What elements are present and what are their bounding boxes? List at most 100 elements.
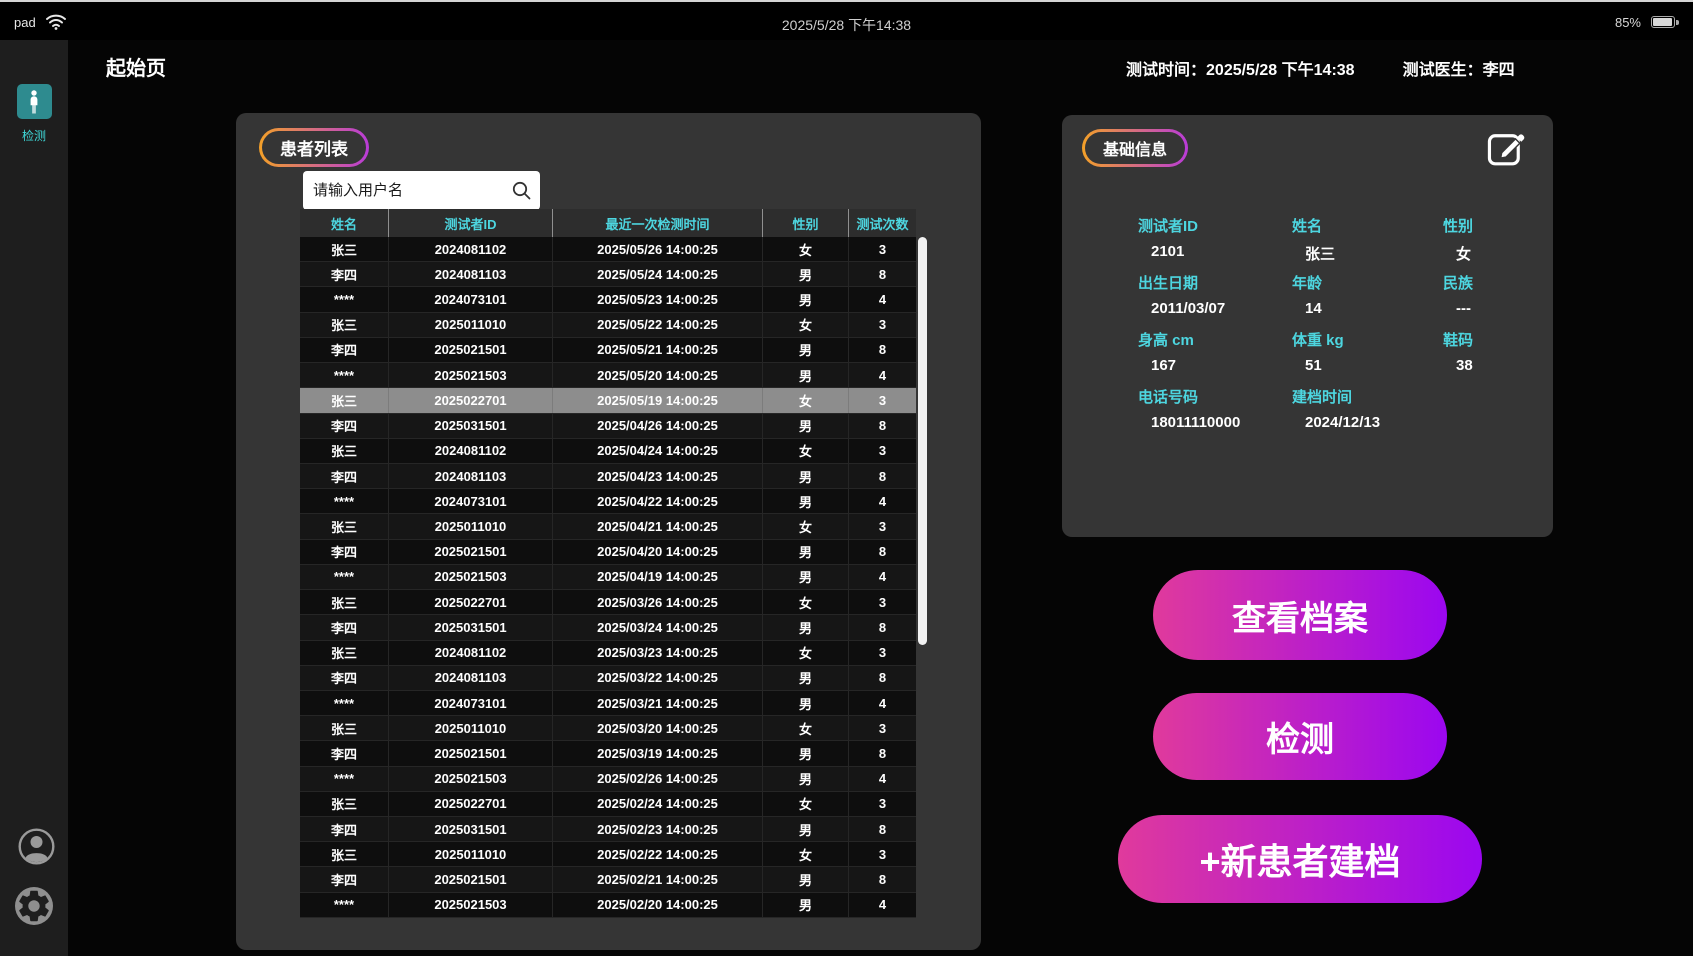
table-cell: 男 (763, 691, 849, 715)
sidebar: 检测 (0, 40, 68, 956)
search-input[interactable] (303, 171, 540, 210)
table-cell: 男 (763, 489, 849, 513)
table-row[interactable]: 张三20240811022025/04/24 14:00:25女3 (300, 439, 916, 464)
table-cell: 2024081102 (389, 641, 553, 665)
table-row[interactable]: 李四20250315012025/02/23 14:00:25男8 (300, 817, 916, 842)
table-cell: 张三 (300, 388, 389, 412)
info-field-label: 电话号码 (1138, 386, 1292, 407)
table-cell: **** (300, 489, 389, 513)
info-field-label: 民族 (1443, 272, 1553, 293)
table-cell: 2025011010 (389, 514, 553, 538)
patient-list-title: 患者列表 (259, 128, 369, 167)
table-cell: 2025/04/19 14:00:25 (553, 565, 763, 589)
table-row[interactable]: 张三20250227012025/05/19 14:00:25女3 (300, 388, 916, 413)
table-cell: 2025021503 (389, 565, 553, 589)
table-cell: 女 (763, 439, 849, 463)
new-patient-button[interactable]: +新患者建档 (1118, 815, 1482, 903)
table-row[interactable]: 李四20240811032025/05/24 14:00:25男8 (300, 262, 916, 287)
search-icon[interactable] (511, 180, 532, 206)
table-cell: 2025/03/23 14:00:25 (553, 641, 763, 665)
table-scrollbar-thumb[interactable] (918, 237, 927, 645)
table-row[interactable]: ****20250215032025/05/20 14:00:25男4 (300, 363, 916, 388)
table-row[interactable]: 张三20250110102025/05/22 14:00:25女3 (300, 313, 916, 338)
table-cell: 女 (763, 313, 849, 337)
table-row[interactable]: 张三20250110102025/02/22 14:00:25女3 (300, 842, 916, 867)
table-cell: 张三 (300, 641, 389, 665)
status-datetime: 2025/5/28 下午14:38 (0, 15, 1693, 35)
table-row[interactable]: 李四20250215012025/04/20 14:00:25男8 (300, 540, 916, 565)
table-cell: 2025022701 (389, 388, 553, 412)
table-row[interactable]: ****20250215032025/02/20 14:00:25男4 (300, 893, 916, 918)
table-cell: 8 (849, 666, 916, 690)
table-row[interactable]: ****20240731012025/03/21 14:00:25男4 (300, 691, 916, 716)
sidebar-item-detect[interactable]: 检测 (0, 84, 68, 144)
info-field-label: 年龄 (1292, 272, 1443, 293)
table-cell: 2025022701 (389, 590, 553, 614)
table-cell: 2025/03/24 14:00:25 (553, 615, 763, 639)
table-row[interactable]: 张三20250227012025/03/26 14:00:25女3 (300, 590, 916, 615)
info-field: 体重 kg51 (1292, 329, 1443, 386)
table-row[interactable]: 李四20240811032025/03/22 14:00:25男8 (300, 666, 916, 691)
detect-button[interactable]: 检测 (1153, 693, 1447, 780)
table-row[interactable]: 李四20240811032025/04/23 14:00:25男8 (300, 464, 916, 489)
table-cell: 2025/04/22 14:00:25 (553, 489, 763, 513)
battery-percent: 85% (1615, 15, 1641, 30)
table-row[interactable]: 张三20240811022025/05/26 14:00:25女3 (300, 237, 916, 262)
table-cell: 2024073101 (389, 691, 553, 715)
info-field: 鞋码 38 (1443, 329, 1553, 386)
table-cell: 2025011010 (389, 716, 553, 740)
table-row[interactable]: ****20250215032025/04/19 14:00:25男4 (300, 565, 916, 590)
table-cell: 3 (849, 590, 916, 614)
table-cell: 2025/02/22 14:00:25 (553, 842, 763, 866)
table-row[interactable]: 张三20250110102025/03/20 14:00:25女3 (300, 716, 916, 741)
sidebar-item-label: 检测 (0, 127, 68, 144)
table-cell: 3 (849, 842, 916, 866)
table-cell: 李四 (300, 741, 389, 765)
table-cell: 张三 (300, 313, 389, 337)
profile-button[interactable] (18, 828, 55, 865)
battery-icon (1651, 16, 1675, 28)
table-cell: 张三 (300, 439, 389, 463)
table-row[interactable]: 张三20240811022025/03/23 14:00:25女3 (300, 641, 916, 666)
info-field-value: 38 (1443, 357, 1553, 374)
view-archive-button[interactable]: 查看档案 (1153, 570, 1447, 660)
status-bar: pad 2025/5/28 下午14:38 85% (0, 2, 1693, 40)
table-row[interactable]: ****20240731012025/05/23 14:00:25男4 (300, 287, 916, 312)
table-cell: 女 (763, 641, 849, 665)
basic-info-panel: 基础信息 测试者ID2101姓名张三性别女出生日期2011/03/07年龄14民… (1062, 115, 1553, 537)
table-cell: **** (300, 893, 389, 917)
table-row[interactable]: 张三20250110102025/04/21 14:00:25女3 (300, 514, 916, 539)
table-row[interactable]: 李四20250215012025/02/21 14:00:25男8 (300, 867, 916, 892)
table-cell: 3 (849, 388, 916, 412)
table-cell: 8 (849, 867, 916, 891)
table-cell: 2025021503 (389, 363, 553, 387)
edit-pencil-button[interactable] (1487, 130, 1525, 166)
settings-gear-button[interactable] (15, 887, 53, 925)
info-field-value: 女 (1443, 243, 1553, 264)
table-row[interactable]: 李四20250315012025/03/24 14:00:25男8 (300, 615, 916, 640)
table-cell: 2025021501 (389, 741, 553, 765)
table-cell: 女 (763, 514, 849, 538)
table-cell: 8 (849, 464, 916, 488)
table-row[interactable]: 李四20250315012025/04/26 14:00:25男8 (300, 414, 916, 439)
table-cell: 李四 (300, 666, 389, 690)
info-field-value: 18011110000 (1138, 414, 1292, 431)
search-box (303, 171, 540, 210)
table-row[interactable]: ****20240731012025/04/22 14:00:25男4 (300, 489, 916, 514)
table-cell: 2025/05/26 14:00:25 (553, 237, 763, 261)
table-cell: 男 (763, 817, 849, 841)
table-cell: 2025/03/22 14:00:25 (553, 666, 763, 690)
table-row[interactable]: 李四20250215012025/05/21 14:00:25男8 (300, 338, 916, 363)
info-field: 性别女 (1443, 215, 1553, 272)
info-field-value: 51 (1292, 357, 1443, 374)
table-cell: 4 (849, 489, 916, 513)
table-cell: 2025/03/19 14:00:25 (553, 741, 763, 765)
table-row[interactable]: 张三20250227012025/02/24 14:00:25女3 (300, 792, 916, 817)
table-row[interactable]: 李四20250215012025/03/19 14:00:25男8 (300, 741, 916, 766)
table-row[interactable]: ****20250215032025/02/26 14:00:25男4 (300, 767, 916, 792)
info-field-label: 鞋码 (1443, 329, 1553, 350)
table-cell: 2025/04/23 14:00:25 (553, 464, 763, 488)
table-cell: 李四 (300, 540, 389, 564)
table-cell: 8 (849, 741, 916, 765)
table-cell: 2025/02/26 14:00:25 (553, 767, 763, 791)
